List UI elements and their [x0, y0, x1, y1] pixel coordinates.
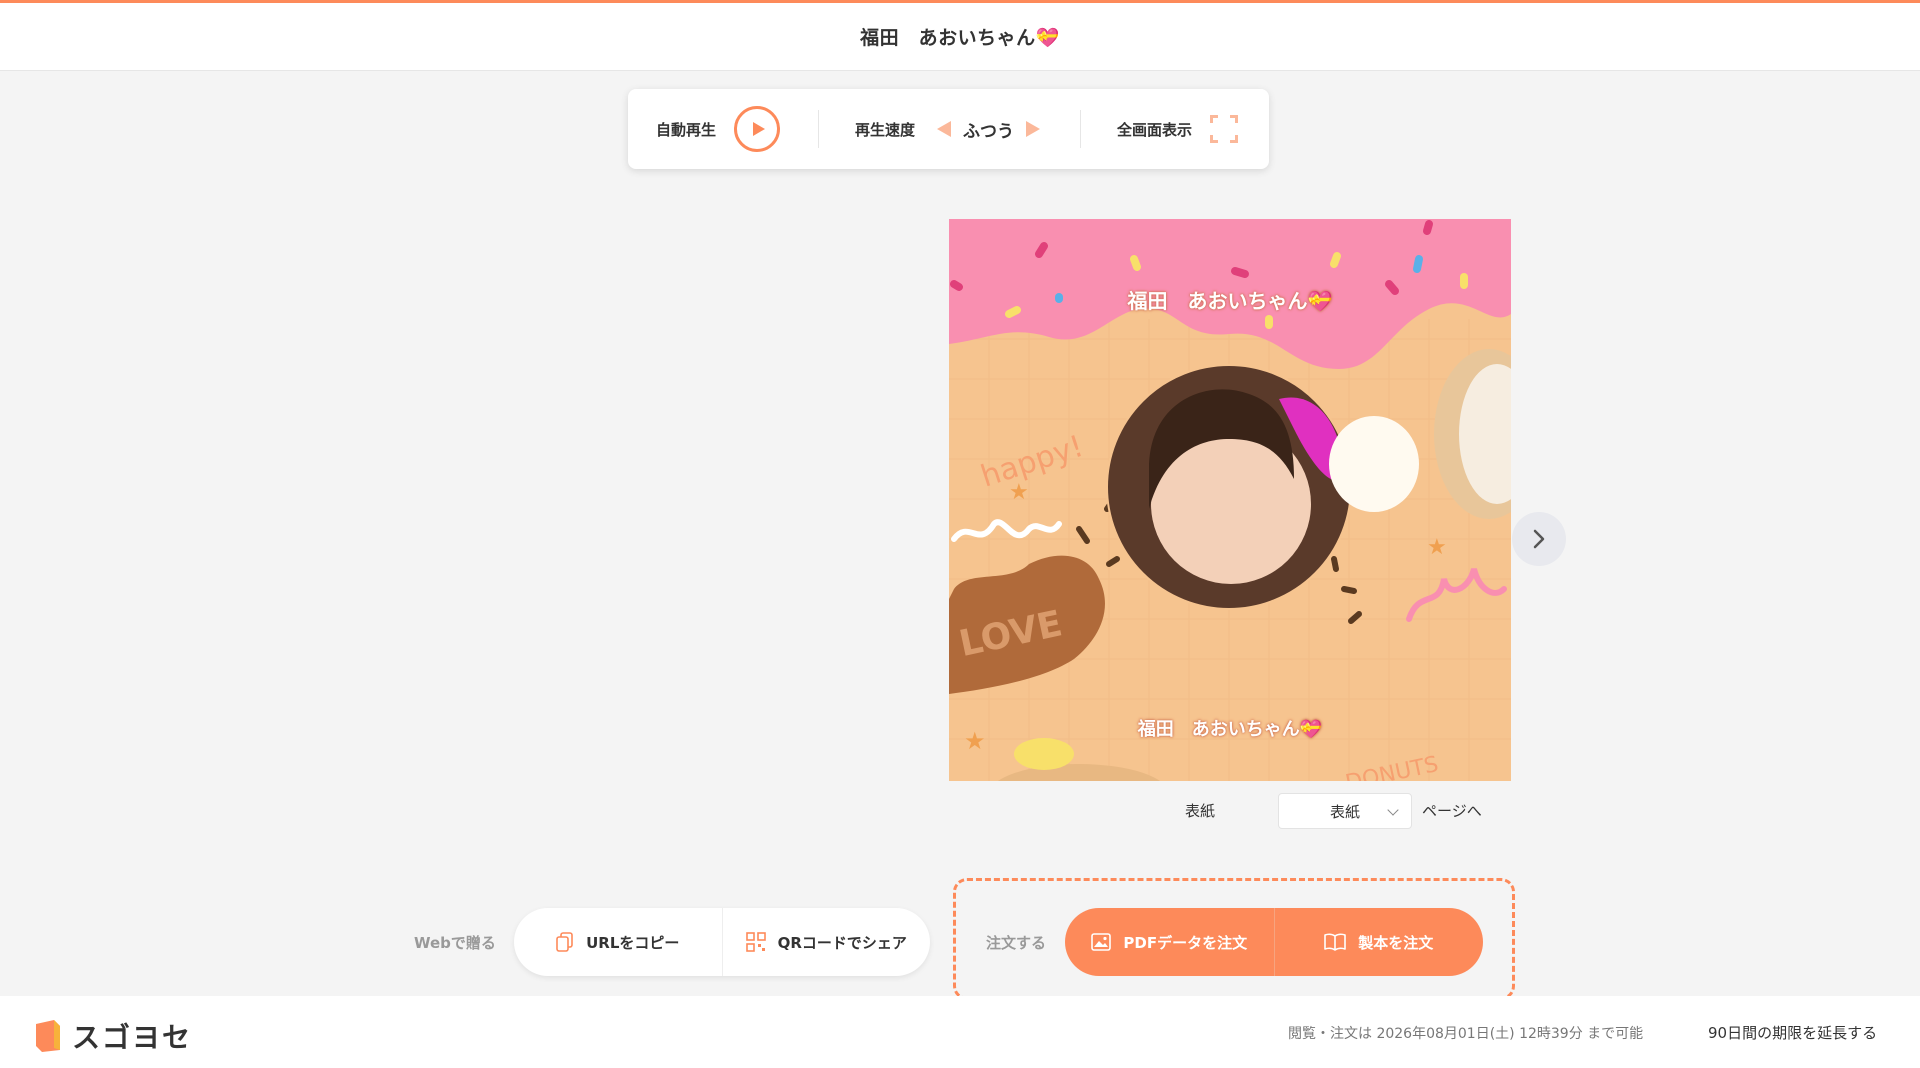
speed-control: 再生速度 ふつう: [819, 89, 1080, 169]
autoplay-control: 自動再生: [628, 89, 818, 169]
playback-controls: 自動再生 再生速度 ふつう 全画面表示: [628, 89, 1269, 169]
svg-text:★: ★: [1427, 535, 1447, 560]
image-icon: [1091, 933, 1112, 951]
play-icon: [752, 122, 765, 136]
copy-url-button[interactable]: URLをコピー: [514, 908, 722, 976]
logo-icon: [36, 1020, 60, 1052]
qr-icon: [745, 932, 766, 952]
page-select-value: 表紙: [1329, 802, 1360, 821]
copy-icon: [556, 932, 573, 952]
cover-title-top: 福田 あおいちゃん💝: [1127, 289, 1333, 313]
logo-text: スゴヨセ: [72, 1021, 193, 1054]
current-page-label: 表紙: [1185, 802, 1216, 820]
fullscreen-control[interactable]: 全画面表示: [1081, 89, 1239, 169]
cover-title-bottom: 福田 あおいちゃん💝: [1137, 719, 1323, 740]
cover-page[interactable]: LOVE happy! DONUTS ★ ★ ★ 福田 あおいちゃん💝 福田 あ…: [949, 219, 1511, 781]
arrow-right-icon[interactable]: [1026, 121, 1041, 137]
next-page-button[interactable]: [1512, 512, 1566, 566]
extend-deadline-link[interactable]: 90日間の期限を延長する: [1708, 1022, 1877, 1043]
share-section-label: Webで贈る: [414, 934, 496, 952]
arrow-left-icon[interactable]: [937, 121, 952, 137]
speed-label: 再生速度: [855, 120, 916, 139]
autoplay-label: 自動再生: [656, 120, 717, 139]
qr-share-button[interactable]: QRコードでシェア: [721, 908, 931, 976]
order-pdf-button[interactable]: PDFデータを注文: [1065, 908, 1274, 976]
deadline-text: 閲覧・注文は 2026年08月01日(土) 12時39分 まで可能: [1288, 1026, 1644, 1042]
page-select[interactable]: 表紙: [1278, 793, 1412, 829]
header: 福田 あおいちゃん💝: [0, 3, 1920, 71]
order-book-button[interactable]: 製本を注文: [1273, 908, 1484, 976]
order-section-label: 注文する: [986, 934, 1047, 952]
autoplay-button[interactable]: [734, 106, 781, 152]
page-title: 福田 あおいちゃん💝: [860, 27, 1060, 49]
chevron-right-icon: [1533, 529, 1545, 549]
order-pill: PDFデータを注文 製本を注文: [1065, 908, 1483, 976]
order-pdf-label: PDFデータを注文: [1123, 933, 1248, 952]
qr-share-label: QRコードでシェア: [777, 933, 907, 952]
logo[interactable]: スゴヨセ: [34, 1016, 192, 1056]
order-book-label: 製本を注文: [1358, 933, 1434, 952]
go-to-page-link[interactable]: ページへ: [1422, 800, 1482, 821]
fullscreen-icon[interactable]: [1210, 115, 1239, 143]
svg-text:★: ★: [1009, 480, 1029, 505]
fullscreen-label: 全画面表示: [1117, 120, 1193, 139]
book-icon: [1324, 933, 1347, 951]
share-pill: URLをコピー QRコードでシェア: [514, 908, 930, 976]
speed-value: ふつう: [963, 121, 1015, 142]
chevron-down-icon: [1387, 804, 1399, 816]
copy-url-label: URLをコピー: [586, 933, 680, 952]
